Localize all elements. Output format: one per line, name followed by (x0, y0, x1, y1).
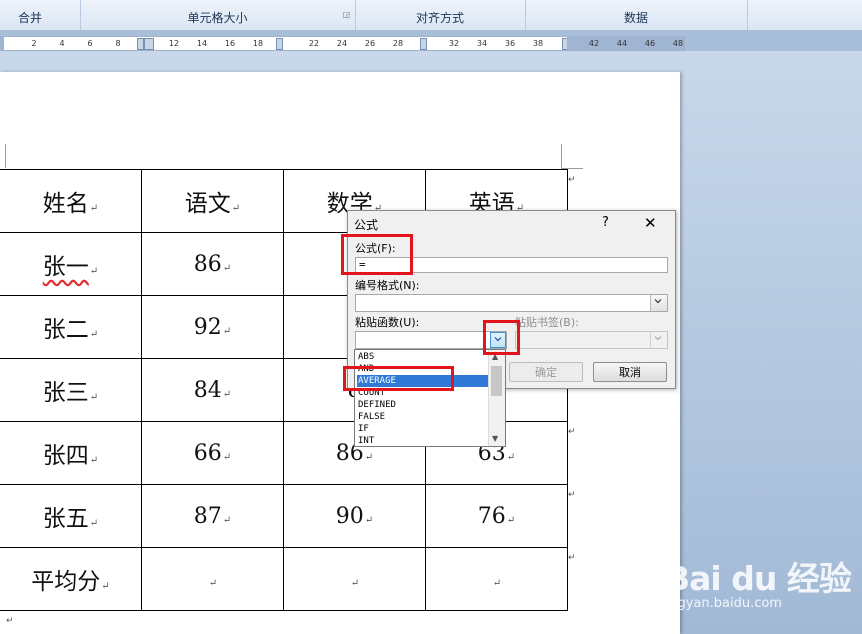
horizontal-ruler[interactable]: 2 4 6 8 12 14 16 18 22 24 26 28 32 34 36… (0, 36, 685, 51)
number-format-dropdown-button[interactable] (650, 295, 667, 311)
function-option[interactable]: IF (357, 423, 490, 435)
ruler-tick: 18 (252, 39, 264, 48)
crop-mark (561, 144, 562, 168)
dialog-title: 公式 (354, 218, 379, 232)
table-cell[interactable]: 92↵ (141, 295, 284, 359)
ruler-tick: 26 (364, 39, 376, 48)
ruler-tick: 28 (392, 39, 404, 48)
chevron-down-icon (654, 299, 662, 304)
table-cell[interactable]: 姓名↵ (0, 169, 142, 233)
ribbon-group-cell-size: 单元格大小 ◲ (80, 0, 356, 30)
ribbon-group-label-alignment: 对齐方式 (415, 11, 464, 25)
table-row: 张五↵ 87↵ 90↵ 76↵ (0, 484, 568, 548)
ribbon-group-data: 数据 (525, 0, 748, 30)
ruler-column-marker[interactable] (137, 38, 144, 50)
ruler-tick: 38 (532, 39, 544, 48)
ruler-tick: 32 (448, 39, 460, 48)
table-cell[interactable]: 平均分↵ (0, 547, 142, 611)
table-cell[interactable]: 87↵ (141, 484, 284, 548)
close-icon[interactable]: ✕ (644, 214, 657, 232)
function-option[interactable]: INT (357, 435, 490, 445)
table-cell[interactable]: 86↵ (141, 232, 284, 296)
ribbon-group-alignment: 对齐方式 (355, 0, 526, 30)
chevron-down-icon (654, 336, 662, 341)
ruler-tick: 48 (672, 39, 684, 48)
table-cell[interactable]: 张四↵ (0, 421, 142, 485)
watermark-logo: Bai du 经验 (665, 559, 852, 598)
annotation-box-average (343, 366, 454, 391)
ruler-indent-marker[interactable] (144, 38, 154, 50)
ruler-tick: 16 (224, 39, 236, 48)
paste-bookmark-label: 粘贴书签(B): (515, 316, 579, 329)
annotation-box-formula (341, 234, 413, 275)
table-cell[interactable]: 张三↵ (0, 358, 142, 422)
ruler-tick: 44 (616, 39, 628, 48)
annotation-box-dropdown (483, 320, 520, 355)
ribbon-group-label-data: 数据 (623, 11, 648, 25)
ribbon-group-bar: 合并 单元格大小 ◲ 对齐方式 数据 (0, 0, 862, 31)
ribbon-group-label-cell-size: 单元格大小 (187, 11, 248, 25)
number-format-select[interactable] (355, 294, 668, 312)
function-option[interactable]: DEFINED (357, 399, 490, 411)
table-cell[interactable]: 66↵ (141, 421, 284, 485)
function-option[interactable]: FALSE (357, 411, 490, 423)
paste-bookmark-dropdown-button[interactable] (650, 332, 667, 348)
ruler-tick: 4 (59, 39, 65, 48)
ruler-tick: 8 (115, 39, 121, 48)
ribbon-group-label-merge: 合并 (17, 11, 42, 25)
number-format-label: 编号格式(N): (355, 279, 420, 292)
table-cell[interactable]: ↵ (425, 547, 568, 611)
ruler-tick: 14 (196, 39, 208, 48)
watermark-url: jingyan.baidu.com (662, 596, 782, 611)
table-cell[interactable]: 语文↵ (141, 169, 284, 233)
scroll-down-icon[interactable]: ▼ (492, 434, 498, 444)
ruler-tick: 6 (87, 39, 93, 48)
ruler-tick: 2 (31, 39, 37, 48)
table-cell[interactable]: ↵ (141, 547, 284, 611)
ruler-tick: 36 (504, 39, 516, 48)
cancel-button[interactable]: 取消 (593, 362, 667, 382)
crop-mark (5, 144, 6, 168)
ruler-column-marker[interactable] (420, 38, 427, 50)
table-cell[interactable]: 76↵ (425, 484, 568, 548)
ruler-tick: 24 (336, 39, 348, 48)
table-cell[interactable]: 张二↵ (0, 295, 142, 359)
paragraph-mark: ↵ (6, 616, 14, 626)
row-end-mark: ↵ (568, 427, 576, 437)
ruler-tick: 22 (308, 39, 320, 48)
list-scrollbar[interactable]: ▲ ▼ (488, 350, 505, 446)
baidu-watermark: Bai du 经验 jingyan.baidu.com (662, 548, 855, 620)
row-end-mark: ↵ (568, 490, 576, 500)
ribbon-group-merge: 合并 (0, 0, 81, 30)
function-dropdown-list[interactable]: ABS AND AVERAGE COUNT DEFINED FALSE IF I… (354, 349, 506, 447)
table-cell[interactable]: 张五↵ (0, 484, 142, 548)
table-cell[interactable]: 张一↵ (0, 232, 142, 296)
table-cell[interactable]: ↵ (283, 547, 426, 611)
table-row: 平均分↵ ↵ ↵ ↵ (0, 547, 568, 611)
ruler-tick: 42 (588, 39, 600, 48)
ok-button[interactable]: 确定 (509, 362, 583, 382)
ruler-margin (0, 37, 4, 50)
paste-function-label: 粘贴函数(U): (355, 316, 420, 329)
row-end-mark: ↵ (568, 553, 576, 563)
paste-bookmark-select[interactable] (515, 331, 668, 349)
function-option[interactable]: ABS (357, 351, 490, 363)
scrollbar-thumb[interactable] (491, 366, 502, 396)
row-end-mark: ↵ (568, 175, 576, 185)
ruler-tick: 34 (476, 39, 488, 48)
ruler-column-marker[interactable] (276, 38, 283, 50)
help-button[interactable]: ? (602, 215, 609, 230)
ruler-tick: 46 (644, 39, 656, 48)
table-cell[interactable]: 84↵ (141, 358, 284, 422)
dialog-launcher-icon[interactable]: ◲ (342, 11, 350, 19)
ruler-tick: 12 (168, 39, 180, 48)
table-cell[interactable]: 90↵ (283, 484, 426, 548)
